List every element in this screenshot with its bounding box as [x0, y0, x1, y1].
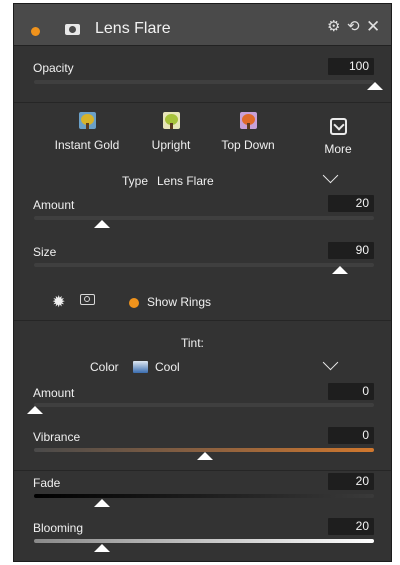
amount-label: Amount [33, 198, 75, 212]
preset-label: More [324, 142, 352, 156]
divider [14, 320, 391, 321]
blooming-label: Blooming [33, 521, 84, 535]
preset-more[interactable]: More [316, 118, 360, 156]
preset-upright[interactable]: Upright [141, 112, 201, 152]
amount-slider[interactable] [34, 216, 374, 220]
chevron-down-icon[interactable] [322, 354, 339, 371]
preset-top-down[interactable]: Top Down [214, 112, 282, 152]
type-label: Type [122, 174, 149, 188]
blooming-slider-thumb[interactable] [94, 544, 110, 552]
size-label: Size [33, 245, 57, 259]
color-dropdown[interactable]: Cool [155, 360, 180, 374]
gear-icon[interactable]: ⚙ [327, 18, 340, 36]
size-value[interactable]: 90 [328, 242, 374, 259]
tree-gold-icon [78, 112, 96, 129]
fade-slider-thumb[interactable] [94, 499, 110, 507]
color-label: Color [90, 360, 119, 374]
preset-label: Top Down [221, 138, 275, 152]
mask-icon[interactable] [65, 24, 80, 35]
opacity-slider[interactable] [34, 80, 374, 84]
size-slider-thumb[interactable] [332, 266, 348, 274]
flare-star-icon[interactable]: ✹ [52, 292, 65, 312]
show-rings-toggle[interactable] [129, 298, 139, 308]
type-dropdown[interactable]: Lens Flare [157, 174, 214, 188]
tint-heading: Tint: [181, 336, 204, 350]
tree-upright-icon [162, 112, 180, 129]
camera-icon[interactable] [80, 294, 95, 305]
preset-instant-gold[interactable]: Instant Gold [52, 112, 122, 152]
fade-value[interactable]: 20 [328, 473, 374, 490]
fade-label: Fade [33, 476, 61, 490]
vibrance-value[interactable]: 0 [328, 427, 374, 444]
color-swatch[interactable] [133, 361, 148, 373]
preset-label: Upright [151, 138, 191, 152]
more-icon [329, 118, 347, 135]
amount-value[interactable]: 20 [328, 195, 374, 212]
chevron-down-icon[interactable] [322, 167, 339, 184]
opacity-slider-thumb[interactable] [367, 82, 383, 90]
blooming-value[interactable]: 20 [328, 518, 374, 535]
divider [14, 470, 391, 471]
lens-flare-panel: Lens Flare ⚙ ⟲ ✕ Opacity 100 Instant Gol… [13, 3, 392, 562]
vibrance-label: Vibrance [33, 430, 81, 444]
panel-title: Lens Flare [95, 20, 171, 37]
blooming-slider[interactable] [34, 539, 374, 543]
vibrance-slider-thumb[interactable] [197, 452, 213, 460]
enabled-dot-icon[interactable] [31, 27, 40, 36]
opacity-value[interactable]: 100 [328, 58, 374, 75]
tint-amount-slider[interactable] [34, 403, 374, 407]
amount-slider-thumb[interactable] [94, 220, 110, 228]
preset-label: Instant Gold [54, 138, 120, 152]
tint-amount-label: Amount [33, 386, 75, 400]
fade-slider[interactable] [34, 494, 374, 498]
divider [14, 102, 391, 103]
reset-icon[interactable]: ⟲ [347, 18, 360, 36]
size-slider[interactable] [34, 263, 374, 267]
close-icon[interactable]: ✕ [366, 18, 380, 36]
tint-amount-value[interactable]: 0 [328, 383, 374, 400]
tint-amount-slider-thumb[interactable] [27, 406, 43, 414]
panel-header: Lens Flare ⚙ ⟲ ✕ [14, 4, 391, 46]
show-rings-label: Show Rings [147, 295, 212, 309]
opacity-label: Opacity [33, 61, 74, 75]
tree-topdown-icon [239, 112, 257, 129]
